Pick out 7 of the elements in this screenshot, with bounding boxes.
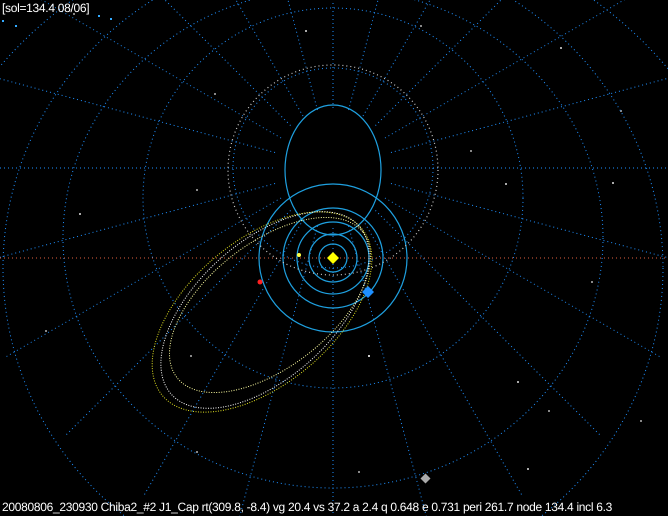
orbit-parameters-text: 20080806_230930 Chiba2_#2 J1_Cap rt(309.8, -8.4) vg 20.4 vs 37.2 a 2.4 q 0.648 e 0.731 peri 261.7 node 134.4 incl 6.3 [1,499,614,516]
sun-icon [327,252,339,264]
planet-icon [297,253,301,257]
planet-icon [258,280,262,284]
solar-longitude-text: [sol=134.4 08/06] [1,0,90,17]
bright-star-icon [420,474,430,484]
earth-icon [362,286,374,298]
